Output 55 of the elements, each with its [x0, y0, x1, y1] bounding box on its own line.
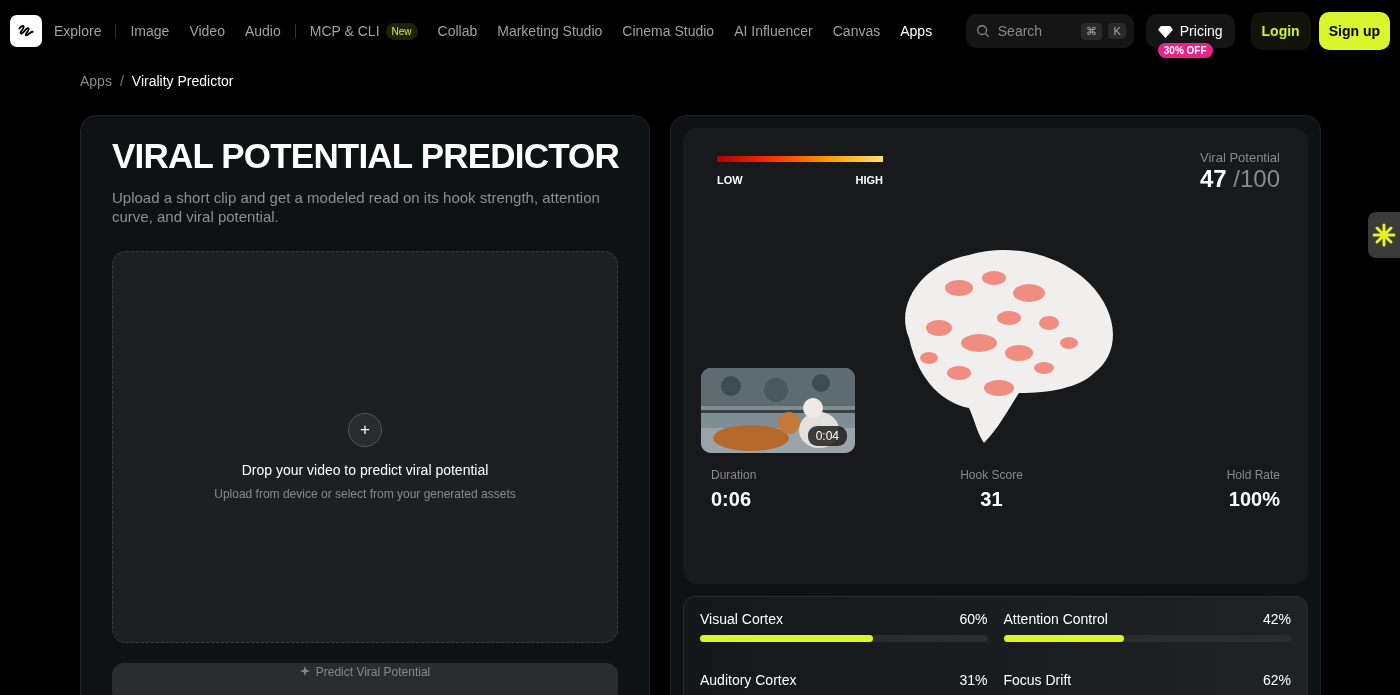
- score-max: /100: [1233, 165, 1280, 192]
- region-percent: 62%: [1262, 671, 1291, 688]
- discount-badge: 30% OFF: [1157, 43, 1213, 58]
- stat-value: 31: [979, 488, 1004, 511]
- region-percent: 31%: [959, 671, 988, 688]
- description: Upload a short clip and get a modeled read on its hook strength, attention curve, and viral potential.: [112, 188, 601, 226]
- predict-button[interactable]: Predict Viral Potential: [112, 663, 618, 695]
- nav-link[interactable]: Video: [189, 23, 225, 39]
- score-label: Viral Potential: [1199, 150, 1280, 165]
- scale-high-label: HIGH: [855, 174, 883, 186]
- shortcut-key: K: [1108, 23, 1126, 39]
- stat-label: Hold Rate: [1226, 468, 1280, 482]
- video-timestamp: 0:04: [807, 426, 847, 446]
- nav-link[interactable]: MCP & CLI New: [309, 22, 418, 40]
- nav-link[interactable]: AI Influencer: [734, 23, 813, 39]
- stat-value: 100%: [1227, 488, 1280, 511]
- stat-value: 0:06: [711, 488, 753, 511]
- nav-link[interactable]: Marketing Studio: [497, 23, 603, 39]
- nav-link[interactable]: Collab: [437, 23, 478, 39]
- search-bar[interactable]: Search ⌘ K: [965, 14, 1134, 48]
- region-percent: 60%: [959, 611, 988, 627]
- asterisk-button[interactable]: [1368, 212, 1400, 258]
- nav-link[interactable]: Apps: [900, 23, 933, 39]
- stat-label: Hook Score: [960, 468, 1023, 482]
- score-value: 47: [1199, 165, 1227, 192]
- scale-low-label: LOW: [717, 174, 743, 186]
- shortcut-key: ⌘: [1081, 22, 1103, 40]
- new-badge: New: [385, 22, 418, 40]
- diamond-icon: [1157, 24, 1173, 38]
- breadcrumb-current: Virality Predictor: [131, 73, 234, 91]
- breadcrumb-separator: /: [119, 73, 124, 91]
- breadcrumb-link[interactable]: Apps: [80, 73, 112, 98]
- nav-link[interactable]: Image: [130, 23, 170, 39]
- region-percent: 42%: [1262, 611, 1291, 627]
- logo-icon[interactable]: [10, 15, 42, 47]
- region-name: Auditory Cortex: [700, 671, 797, 688]
- nav-link[interactable]: Audio: [244, 23, 281, 39]
- nav-link[interactable]: Canvas: [832, 23, 881, 39]
- region-name: Attention Control: [1003, 611, 1108, 627]
- region-name: Focus Drift: [1003, 671, 1072, 688]
- search-icon: [975, 24, 990, 38]
- stat-label: Duration: [711, 468, 757, 482]
- signup-button[interactable]: Sign up: [1318, 12, 1390, 50]
- sparkle-icon: [299, 666, 310, 676]
- region-name: Visual Cortex: [700, 611, 783, 627]
- asterisk-icon: [1372, 223, 1396, 247]
- page-title: VIRAL POTENTIAL PREDICTOR: [112, 136, 618, 176]
- add-button[interactable]: +: [348, 413, 382, 447]
- video-dropzone[interactable]: + Drop your video to predict viral potential Upload from device or select from your generated assets: [112, 251, 618, 643]
- dropzone-title: Drop your video to predict viral potential: [241, 462, 489, 478]
- nav-link[interactable]: Cinema Studio: [622, 23, 715, 39]
- login-button[interactable]: Login: [1250, 12, 1311, 50]
- search-field[interactable]: Search: [995, 22, 1076, 40]
- dropzone-hint: Upload from device or select from your generated assets: [214, 487, 516, 501]
- nav-link[interactable]: Explore: [54, 23, 102, 39]
